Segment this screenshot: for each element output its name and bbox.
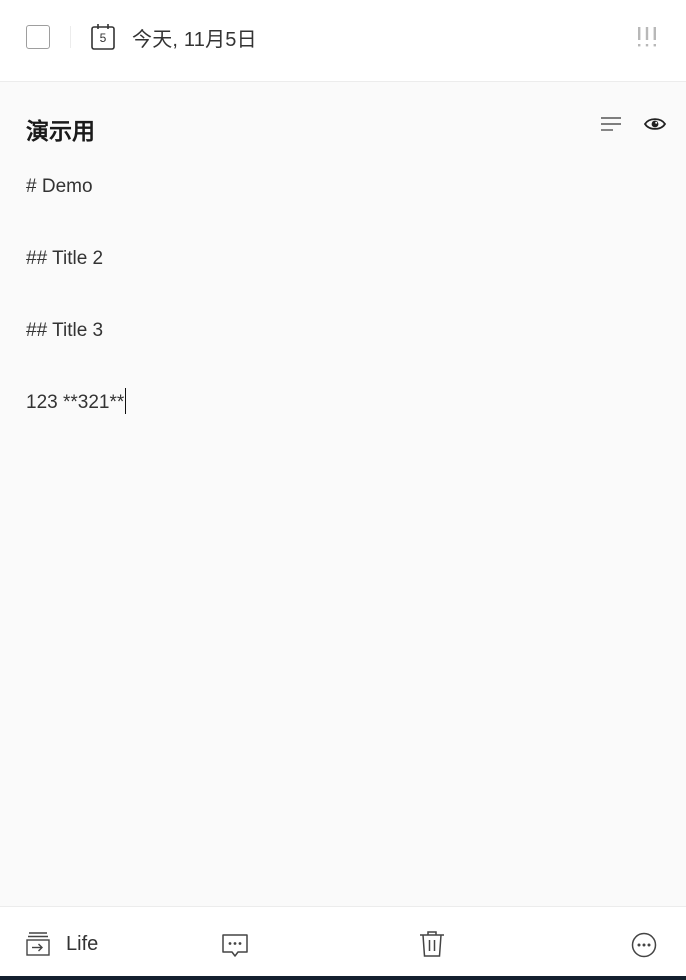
task-footer-bar: Life xyxy=(0,906,686,976)
header-divider xyxy=(70,26,71,48)
comment-icon[interactable] xyxy=(221,932,249,960)
task-complete-checkbox[interactable] xyxy=(26,25,50,49)
markdown-editor[interactable]: # Demo ## Title 2 ## Title 3 123 **321** xyxy=(26,172,656,460)
editor-line-text: ## Title 3 xyxy=(26,320,104,341)
editor-line-text: 123 **321** xyxy=(26,392,125,413)
trash-icon[interactable] xyxy=(419,930,445,958)
editor-line: 123 **321** xyxy=(26,388,656,418)
note-title[interactable]: 演示用 xyxy=(26,112,95,146)
calendar-icon: 5 xyxy=(90,23,116,51)
due-date-label: 今天, 11月5日 xyxy=(132,28,257,51)
move-to-list-button[interactable]: Life xyxy=(26,931,98,957)
priority-icon[interactable] xyxy=(636,26,658,48)
editor-line: # Demo xyxy=(26,172,656,202)
editor-line: ## Title 2 xyxy=(26,244,656,274)
outline-icon[interactable] xyxy=(600,115,622,133)
eye-icon[interactable] xyxy=(643,116,667,132)
task-header-bar: 5 今天, 11月5日 xyxy=(0,0,686,82)
window-bottom-edge xyxy=(0,976,686,980)
editor-line-text: # Demo xyxy=(26,176,93,197)
more-icon[interactable] xyxy=(631,932,657,958)
due-date-picker[interactable]: 5 今天, 11月5日 xyxy=(90,22,257,52)
text-cursor xyxy=(125,388,127,414)
task-detail-panel: 5 今天, 11月5日 演示用 # Demo ## Title 2 ## Tit… xyxy=(0,0,686,980)
list-name: Life xyxy=(66,932,99,955)
editor-line: ## Title 3 xyxy=(26,316,656,346)
move-to-list-icon xyxy=(26,932,50,956)
editor-line-text: ## Title 2 xyxy=(26,248,104,269)
calendar-day-number: 5 xyxy=(99,31,107,45)
